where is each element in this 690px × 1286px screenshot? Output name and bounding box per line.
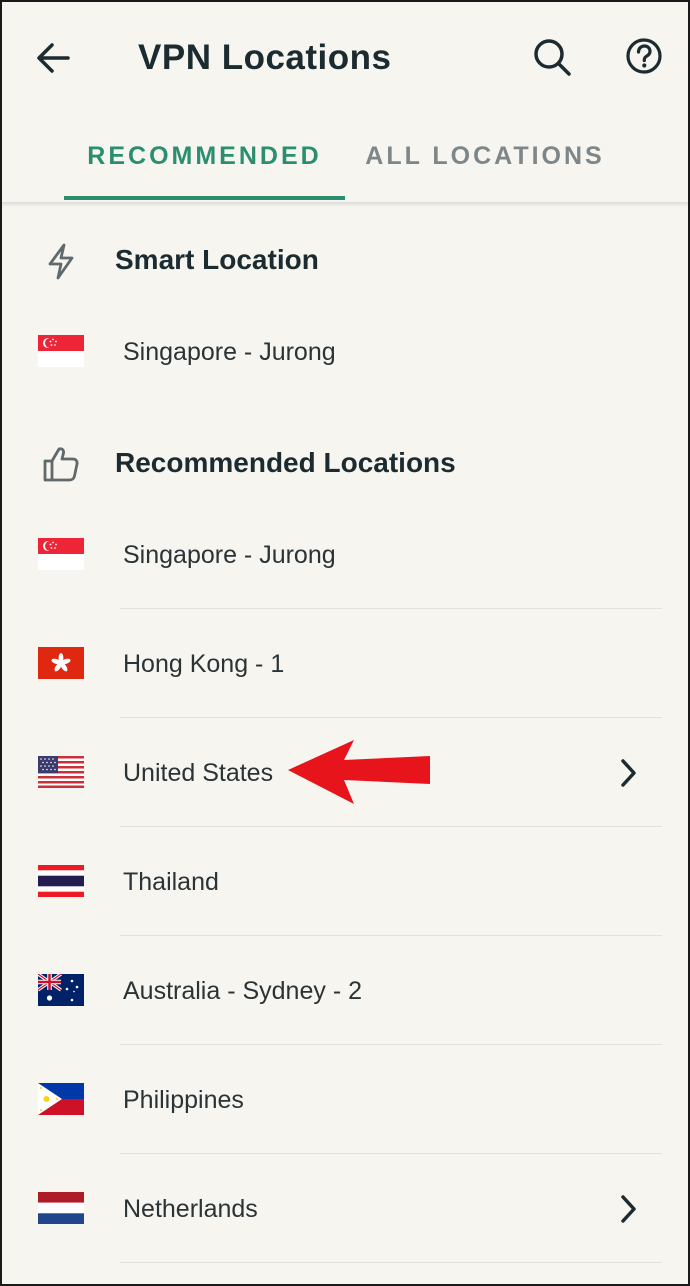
location-item-philippines[interactable]: Philippines xyxy=(0,1046,690,1154)
recommended-locations-heading: Recommended Locations xyxy=(115,447,456,478)
search-button[interactable] xyxy=(529,34,575,80)
location-label: United States xyxy=(123,759,274,787)
annotation-arrow-icon xyxy=(288,740,430,804)
thumbs-up-icon xyxy=(43,447,79,482)
tab-all-locations[interactable]: ALL LOCATIONS xyxy=(355,128,615,202)
search-icon xyxy=(534,39,571,76)
help-button[interactable] xyxy=(622,34,668,80)
location-item-singapore[interactable]: Singapore - Jurong xyxy=(0,501,690,609)
smart-location-header: Smart Location xyxy=(0,230,690,290)
location-item-thailand[interactable]: Thailand xyxy=(0,828,690,936)
smart-location-item[interactable]: Singapore - Jurong xyxy=(0,298,690,406)
row-divider xyxy=(120,1044,662,1045)
location-label: Australia - Sydney - 2 xyxy=(123,977,362,1005)
help-icon xyxy=(626,38,662,74)
location-label: Thailand xyxy=(123,868,219,896)
row-divider xyxy=(120,717,662,718)
smart-location-heading: Smart Location xyxy=(115,244,319,275)
row-divider xyxy=(120,826,662,827)
location-item-hong-kong[interactable]: Hong Kong - 1 xyxy=(0,610,690,718)
location-label: Singapore - Jurong xyxy=(123,338,336,366)
location-label: Netherlands xyxy=(123,1195,258,1223)
row-divider xyxy=(120,1262,662,1263)
hong-kong-flag xyxy=(38,647,84,679)
philippines-flag xyxy=(38,1083,84,1115)
app-header: VPN Locations RECOMMENDED ALL LOCATIONS xyxy=(0,0,690,202)
location-label: Singapore - Jurong xyxy=(123,541,336,569)
row-divider xyxy=(120,935,662,936)
row-divider xyxy=(120,1153,662,1154)
back-arrow-icon xyxy=(37,43,70,73)
tab-recommended[interactable]: RECOMMENDED xyxy=(64,128,345,202)
chevron-right-icon[interactable] xyxy=(614,755,642,791)
singapore-flag xyxy=(38,335,84,367)
location-item-australia[interactable]: Australia - Sydney - 2 xyxy=(0,937,690,1045)
thailand-flag xyxy=(38,865,84,897)
active-tab-indicator xyxy=(64,196,345,200)
singapore-flag xyxy=(38,538,84,570)
location-label: Hong Kong - 1 xyxy=(123,650,285,678)
recommended-locations-header: Recommended Locations xyxy=(0,433,690,493)
tab-bar: RECOMMENDED ALL LOCATIONS xyxy=(0,128,690,202)
chevron-right-icon[interactable] xyxy=(614,1191,642,1227)
united-states-flag xyxy=(38,756,84,788)
back-button[interactable] xyxy=(32,36,76,80)
location-item-netherlands[interactable]: Netherlands xyxy=(0,1155,690,1263)
netherlands-flag xyxy=(38,1192,84,1224)
lightning-bolt-icon xyxy=(48,243,74,280)
location-label: Philippines xyxy=(123,1086,244,1114)
page-title: VPN Locations xyxy=(138,38,392,77)
row-divider xyxy=(120,608,662,609)
australia-flag xyxy=(38,974,84,1006)
